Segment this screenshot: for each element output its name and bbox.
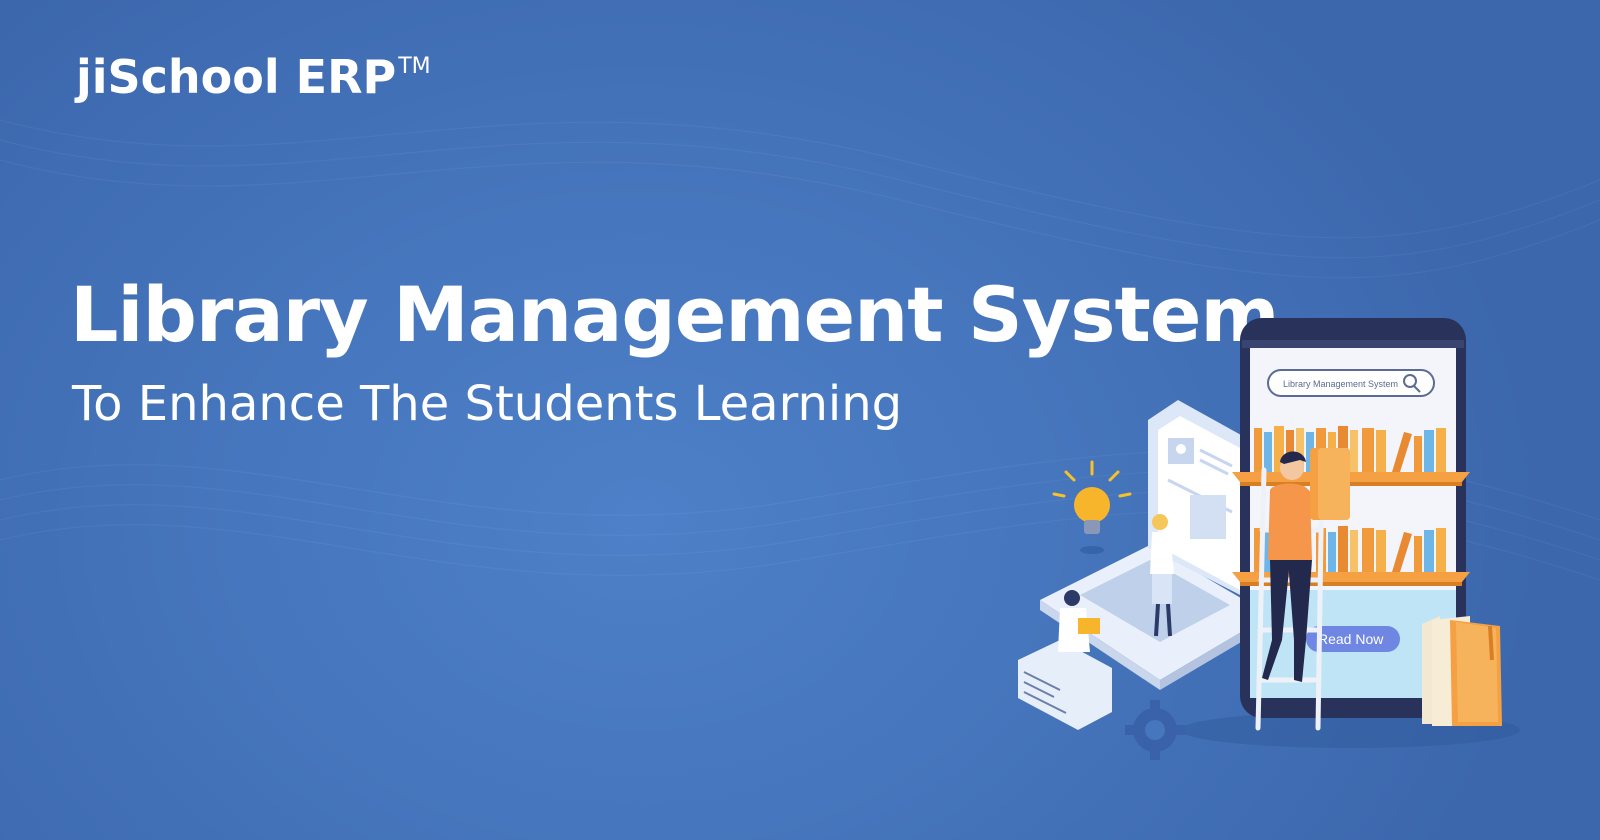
lightbulb-icon <box>1052 460 1132 554</box>
user-profile-icon <box>1168 438 1194 464</box>
brand-logo: jiSchool ERPTM <box>76 50 431 104</box>
trademark-symbol: TM <box>398 54 431 79</box>
gear-icon <box>1125 700 1185 760</box>
page-subtitle: To Enhance The Students Learning <box>72 376 903 432</box>
read-now-button-label: Read Now <box>1318 631 1384 647</box>
brand-name: jiSchool ERP <box>76 50 397 104</box>
library-illustration: Library Management System Read Now <box>1018 318 1520 760</box>
search-bar-text: Library Management System <box>1283 379 1398 389</box>
